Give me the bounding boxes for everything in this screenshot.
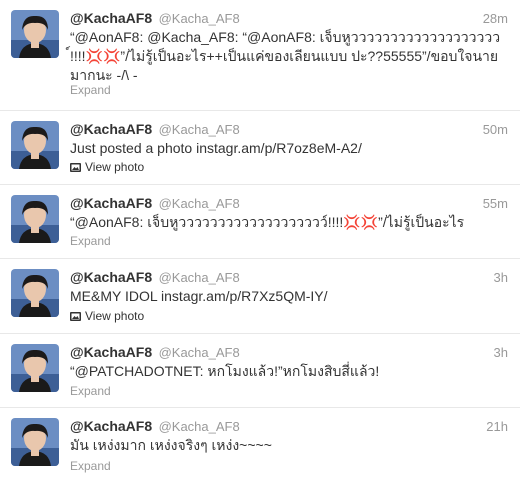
expand-link[interactable]: Expand [70, 384, 111, 398]
tweet-fullname[interactable]: @KachaAF8 [70, 418, 152, 434]
tweet-username[interactable]: @Kacha_AF8 [159, 122, 240, 137]
view-photo-link[interactable]: View photo [70, 309, 144, 323]
tweet-item[interactable]: @KachaAF8 @Kacha_AF8 21h มัน เหง่งมาก เห… [0, 408, 520, 487]
tweet-header: @KachaAF8 @Kacha_AF8 3h [70, 344, 508, 364]
tweet-username[interactable]: @Kacha_AF8 [159, 196, 240, 211]
tweet-time[interactable]: 50m [483, 122, 508, 137]
avatar[interactable] [11, 121, 59, 169]
tweet-text-prefix: ME&MY IDOL [70, 288, 162, 304]
expand-link[interactable]: Expand [70, 459, 111, 473]
tweet-text: “@AonAF8: @Kacha_AF8: “@AonAF8: เจ็บหูวว… [70, 29, 501, 83]
tweet-text: “@PATCHADOTNET: หกโมงแล้ว!”หกโมงสิบสี่แล… [70, 363, 380, 379]
view-photo-link[interactable]: View photo [70, 160, 144, 174]
tweet-header: @KachaAF8 @Kacha_AF8 21h [70, 418, 508, 438]
tweet-fullname[interactable]: @KachaAF8 [70, 10, 152, 26]
avatar-image [11, 121, 59, 169]
tweet-text-prefix: Just posted a photo [70, 140, 197, 156]
view-photo-label: View photo [85, 160, 145, 174]
tweet-fullname[interactable]: @KachaAF8 [70, 121, 152, 137]
tweet-timeline: @KachaAF8 @Kacha_AF8 28m “@AonAF8: @Kach… [0, 0, 520, 487]
tweet-header: @KachaAF8 @Kacha_AF8 3h [70, 269, 508, 289]
avatar-image [11, 195, 59, 243]
tweet-username[interactable]: @Kacha_AF8 [159, 11, 240, 26]
tweet-fullname[interactable]: @KachaAF8 [70, 344, 152, 360]
tweet-text: “@AonAF8: เจ็บหูววววววววววววววววววว์!!!!… [70, 214, 465, 230]
tweet-text: Just posted a photo instagr.am/p/R7oz8eM… [70, 139, 506, 158]
tweet-text: ME&MY IDOL instagr.am/p/R7Xz5QM-IY/ [70, 287, 506, 306]
tweet-time[interactable]: 55m [483, 196, 508, 211]
avatar[interactable] [11, 344, 59, 392]
expand-link[interactable]: Expand [70, 83, 111, 97]
instagram-link[interactable]: instagr.am/p/R7Xz5QM-IY/ [161, 288, 328, 304]
tweet-item[interactable]: @KachaAF8 @Kacha_AF8 50m Just posted a p… [0, 111, 520, 185]
view-photo-label: View photo [85, 309, 145, 323]
tweet-time[interactable]: 3h [494, 345, 508, 360]
tweet-fullname[interactable]: @KachaAF8 [70, 269, 152, 285]
tweet-time[interactable]: 3h [494, 270, 508, 285]
tweet-item[interactable]: @KachaAF8 @Kacha_AF8 3h ME&MY IDOL insta… [0, 259, 520, 334]
tweet-time[interactable]: 21h [486, 419, 508, 434]
photo-icon [70, 310, 81, 321]
avatar[interactable] [11, 418, 59, 466]
avatar-image [11, 10, 59, 58]
tweet-fullname[interactable]: @KachaAF8 [70, 195, 152, 211]
avatar-image [11, 269, 59, 317]
tweet-username[interactable]: @Kacha_AF8 [159, 270, 240, 285]
tweet-header: @KachaAF8 @Kacha_AF8 55m [70, 195, 508, 215]
tweet-username[interactable]: @Kacha_AF8 [159, 419, 240, 434]
avatar[interactable] [11, 10, 59, 58]
expand-link[interactable]: Expand [70, 234, 111, 248]
instagram-link[interactable]: instagr.am/p/R7oz8eM-A2/ [196, 140, 362, 156]
tweet-item[interactable]: @KachaAF8 @Kacha_AF8 3h “@PATCHADOTNET: … [0, 334, 520, 408]
tweet-item[interactable]: @KachaAF8 @Kacha_AF8 55m “@AonAF8: เจ็บห… [0, 185, 520, 259]
tweet-header: @KachaAF8 @Kacha_AF8 50m [70, 121, 508, 141]
tweet-time[interactable]: 28m [483, 11, 508, 26]
avatar[interactable] [11, 195, 59, 243]
avatar[interactable] [11, 269, 59, 317]
avatar-image [11, 344, 59, 392]
tweet-item[interactable]: @KachaAF8 @Kacha_AF8 28m “@AonAF8: @Kach… [0, 0, 520, 111]
tweet-header: @KachaAF8 @Kacha_AF8 28m [70, 10, 508, 30]
avatar-image [11, 418, 59, 466]
tweet-username[interactable]: @Kacha_AF8 [159, 345, 240, 360]
tweet-text: มัน เหง่งมาก เหง่งจริงๆ เหง่ง~~~~ [70, 437, 272, 453]
photo-icon [70, 161, 81, 172]
